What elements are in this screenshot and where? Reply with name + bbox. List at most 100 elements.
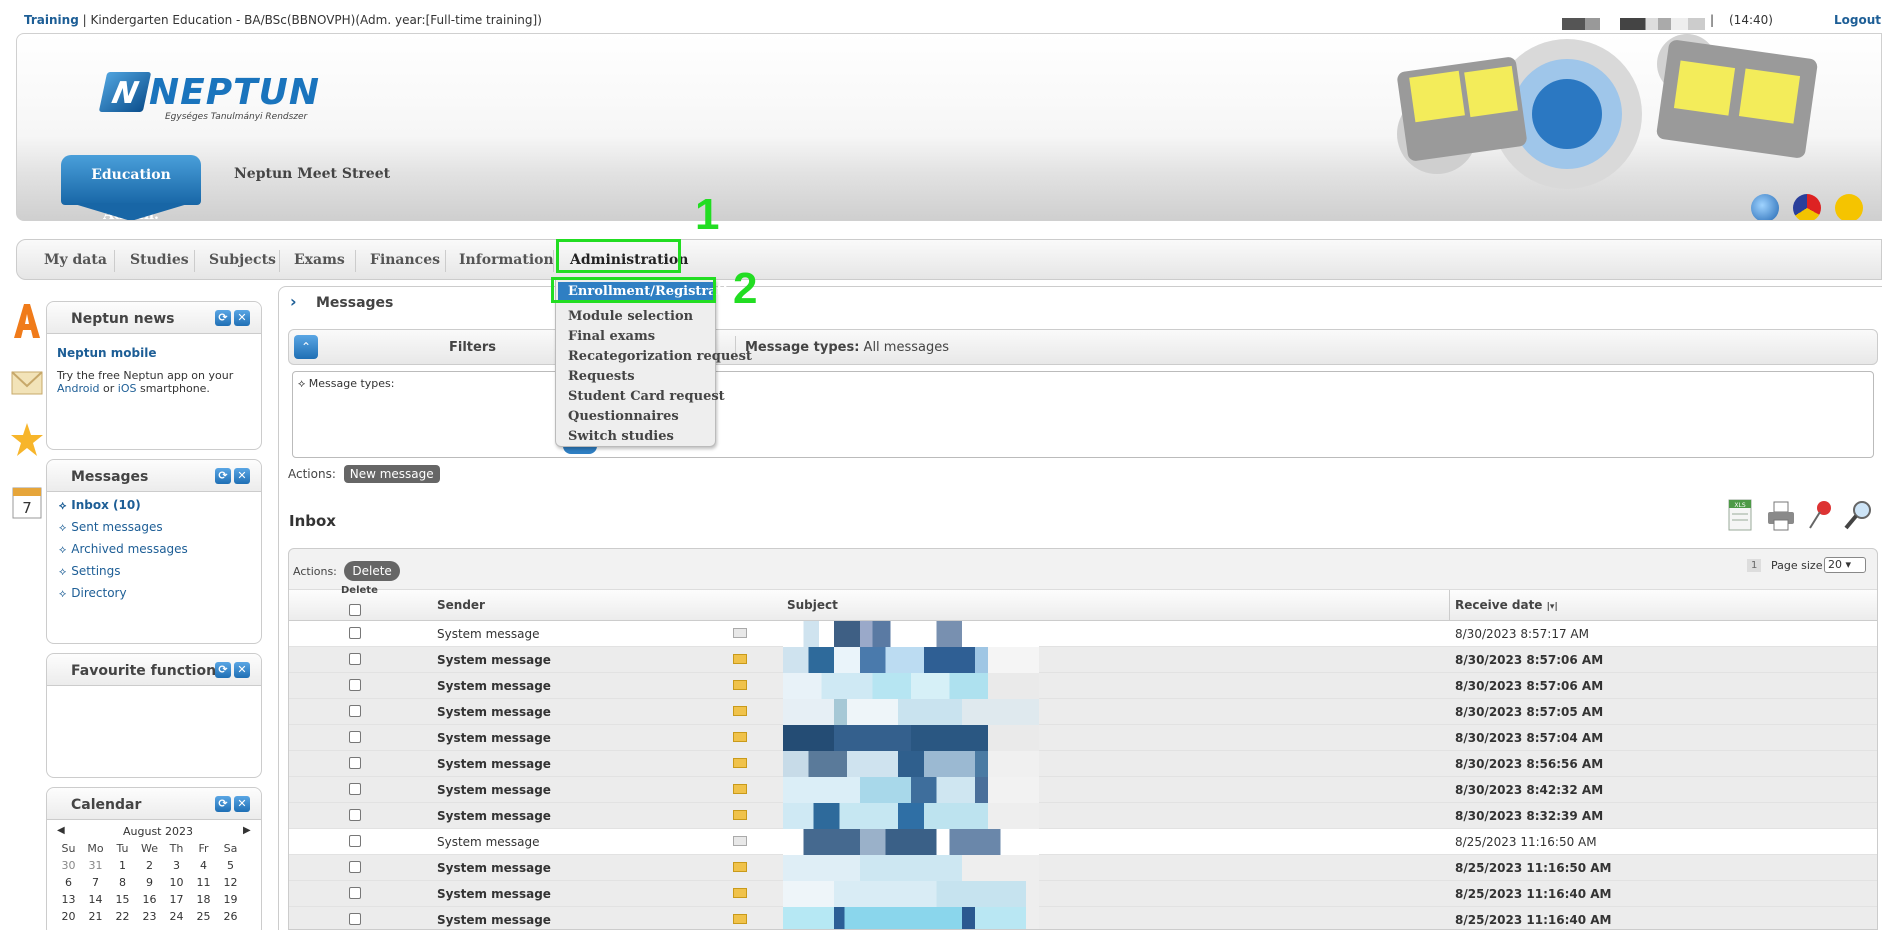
nav-finances[interactable]: Finances <box>370 252 440 268</box>
table-row[interactable]: System message 8/30/2023 8:57:06 AM <box>289 673 1877 699</box>
refresh-icon[interactable]: ⟳ <box>215 796 231 812</box>
sent-messages-link[interactable]: Sent messages <box>59 520 162 535</box>
next-month-icon[interactable]: ▶ <box>243 825 251 836</box>
calendar-icon[interactable]: 7 <box>10 482 44 522</box>
table-row[interactable]: System message 8/30/2023 8:57:17 AM <box>289 621 1877 647</box>
prev-month-icon[interactable]: ◀ <box>57 825 65 836</box>
row-sender[interactable]: System message <box>437 861 551 875</box>
row-subject-redacted[interactable] <box>783 829 1039 855</box>
menu-requests[interactable]: Requests <box>568 369 635 384</box>
table-row[interactable]: System message 8/25/2023 11:16:40 AM <box>289 881 1877 907</box>
table-row[interactable]: System message 8/30/2023 8:57:06 AM <box>289 647 1877 673</box>
nav-studies[interactable]: Studies <box>130 252 189 268</box>
row-subject-redacted[interactable] <box>783 907 1039 929</box>
ios-link[interactable]: iOS <box>118 382 137 395</box>
close-icon[interactable]: ✕ <box>234 310 250 326</box>
page-size-select[interactable]: 20 ▾ <box>1824 557 1866 573</box>
a-letter-icon[interactable] <box>10 300 44 340</box>
row-sender[interactable]: System message <box>437 679 551 693</box>
column-sender[interactable]: Sender <box>437 598 485 612</box>
refresh-icon[interactable]: ⟳ <box>215 662 231 678</box>
directory-link[interactable]: Directory <box>59 586 126 601</box>
row-delete-checkbox[interactable] <box>349 705 361 717</box>
sort-descending-icon[interactable]: |▾| <box>1547 602 1558 612</box>
row-sender[interactable]: System message <box>437 757 551 771</box>
page-number[interactable]: 1 <box>1747 559 1762 572</box>
star-icon[interactable] <box>10 420 44 460</box>
row-delete-checkbox[interactable] <box>349 653 361 665</box>
row-sender[interactable]: System message <box>437 653 551 667</box>
search-icon[interactable] <box>1842 498 1874 532</box>
row-sender[interactable]: System message <box>437 887 551 901</box>
table-row[interactable]: System message 8/30/2023 8:32:39 AM <box>289 803 1877 829</box>
envelope-icon[interactable] <box>10 360 44 400</box>
close-icon[interactable]: ✕ <box>234 468 250 484</box>
menu-student-card-request[interactable]: Student Card request <box>568 389 725 404</box>
row-sender[interactable]: System message <box>437 913 551 927</box>
nav-my-data[interactable]: My data <box>44 252 107 268</box>
android-link[interactable]: Android <box>57 382 100 395</box>
menu-final-exams[interactable]: Final exams <box>568 329 655 344</box>
settings-link[interactable]: Settings <box>59 564 120 579</box>
select-all-checkbox[interactable] <box>349 604 361 616</box>
logout-link[interactable]: Logout <box>1834 13 1881 27</box>
delete-button[interactable]: Delete <box>344 561 400 581</box>
row-sender[interactable]: System message <box>437 705 551 719</box>
column-receive-date[interactable]: Receive date |▾| <box>1455 598 1558 612</box>
row-sender[interactable]: System message <box>437 835 540 849</box>
table-row[interactable]: System message 8/25/2023 11:16:50 AM <box>289 829 1877 855</box>
row-subject-redacted[interactable] <box>783 751 1039 777</box>
export-xls-icon[interactable]: XLS <box>1726 498 1756 532</box>
refresh-icon[interactable]: ⟳ <box>215 310 231 326</box>
row-subject-redacted[interactable] <box>783 725 1039 751</box>
menu-questionnaires[interactable]: Questionnaires <box>568 409 679 424</box>
row-delete-checkbox[interactable] <box>349 679 361 691</box>
row-subject-redacted[interactable] <box>783 855 1039 881</box>
nav-information[interactable]: Information <box>459 252 554 268</box>
collapse-filters-icon[interactable]: ⌃ <box>294 335 318 359</box>
table-row[interactable]: System message 8/25/2023 11:16:40 AM <box>289 907 1877 929</box>
news-headline[interactable]: Neptun mobile <box>57 346 156 360</box>
table-row[interactable]: System message 8/30/2023 8:42:32 AM <box>289 777 1877 803</box>
row-delete-checkbox[interactable] <box>349 731 361 743</box>
row-delete-checkbox[interactable] <box>349 627 361 639</box>
row-subject-redacted[interactable] <box>783 803 1039 829</box>
row-delete-checkbox[interactable] <box>349 757 361 769</box>
row-subject-redacted[interactable] <box>783 777 1039 803</box>
row-subject-redacted[interactable] <box>783 673 1039 699</box>
row-subject-redacted[interactable] <box>783 621 1039 647</box>
refresh-icon[interactable]: ⟳ <box>215 468 231 484</box>
archived-messages-link[interactable]: Archived messages <box>59 542 188 557</box>
nav-subjects[interactable]: Subjects <box>209 252 276 268</box>
meet-street-link[interactable]: Neptun Meet Street <box>234 166 390 182</box>
row-subject-redacted[interactable] <box>783 699 1039 725</box>
row-delete-checkbox[interactable] <box>349 913 361 925</box>
training-link[interactable]: Training <box>24 13 79 27</box>
close-icon[interactable]: ✕ <box>234 796 250 812</box>
row-sender[interactable]: System message <box>437 809 551 823</box>
row-delete-checkbox[interactable] <box>349 809 361 821</box>
row-sender[interactable]: System message <box>437 731 551 745</box>
table-row[interactable]: System message 8/30/2023 8:56:56 AM <box>289 751 1877 777</box>
inbox-link[interactable]: Inbox (10) <box>59 498 140 513</box>
close-icon[interactable]: ✕ <box>234 662 250 678</box>
row-subject-redacted[interactable] <box>783 881 1039 907</box>
menu-module-selection[interactable]: Module selection <box>568 309 693 324</box>
row-sender[interactable]: System message <box>437 783 551 797</box>
row-delete-checkbox[interactable] <box>349 887 361 899</box>
row-delete-checkbox[interactable] <box>349 861 361 873</box>
row-subject-redacted[interactable] <box>783 647 1039 673</box>
row-delete-checkbox[interactable] <box>349 783 361 795</box>
role-tab-education-admin[interactable]: Education Admin. <box>61 155 201 220</box>
table-row[interactable]: System message 8/30/2023 8:57:04 AM <box>289 725 1877 751</box>
row-delete-checkbox[interactable] <box>349 835 361 847</box>
table-row[interactable]: System message 8/30/2023 8:57:05 AM <box>289 699 1877 725</box>
accessibility-icon[interactable] <box>1835 194 1863 220</box>
nav-exams[interactable]: Exams <box>294 252 345 268</box>
column-subject[interactable]: Subject <box>787 598 838 612</box>
globe-icon[interactable] <box>1751 194 1779 220</box>
pin-icon[interactable] <box>1806 498 1836 532</box>
row-sender[interactable]: System message <box>437 627 540 641</box>
menu-recategorization-request[interactable]: Recategorization request <box>568 349 752 364</box>
language-flag-icon[interactable] <box>1793 194 1821 220</box>
